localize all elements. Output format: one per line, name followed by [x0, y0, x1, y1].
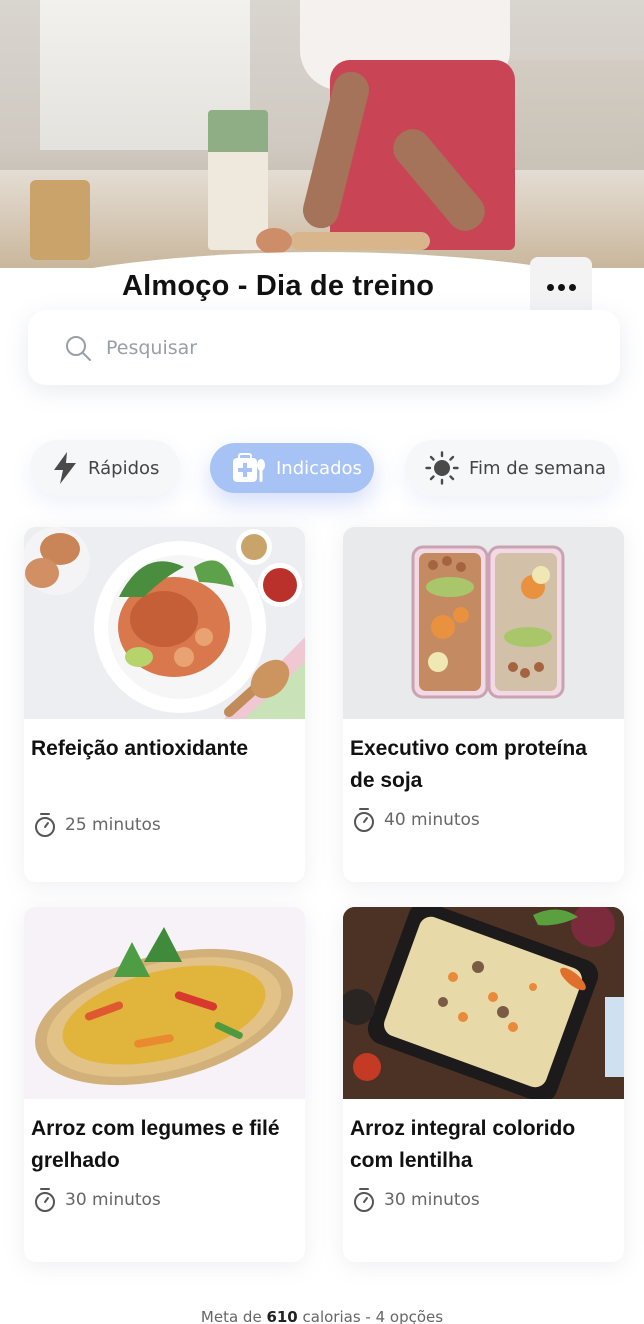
calorie-summary-suffix: calorias - 4 opções [297, 1308, 444, 1324]
jar [30, 180, 90, 260]
stopwatch-icon [35, 1188, 55, 1212]
recipe-time: 30 minutos [352, 1187, 480, 1213]
recipe-photo [24, 907, 305, 1099]
egg [256, 228, 292, 254]
filter-chip-indicados[interactable]: Indicados [210, 443, 374, 493]
recipe-name: Arroz integral colorido com lentilha [350, 1117, 576, 1172]
flour-bag [208, 110, 268, 250]
recipe-photo [24, 527, 305, 719]
recipe-name: Arroz com legumes e filé grelhado [31, 1117, 280, 1172]
lunchbox-image [343, 527, 624, 719]
recipe-time-label: 25 minutos [65, 815, 161, 835]
stopwatch-icon [354, 808, 374, 832]
more-dot [546, 283, 554, 291]
more-dot [557, 283, 565, 291]
calorie-summary-prefix: Meta de [200, 1308, 267, 1324]
search-icon [66, 335, 91, 361]
rice-platter-image [24, 907, 305, 1099]
bolt-icon [54, 452, 76, 484]
recipe-photo [343, 907, 624, 1099]
calorie-summary: Meta de 610 calorias - 4 opções [0, 1308, 644, 1324]
recipe-name: Refeição antioxidante [31, 737, 249, 760]
filter-chip-rapidos[interactable]: Rápidos [30, 440, 180, 496]
recipe-card[interactable]: Refeição antioxidante 25 minutos [24, 527, 305, 882]
calorie-goal-value: 610 [266, 1308, 298, 1324]
filter-chip-fim-de-semana[interactable]: Fim de semana [405, 440, 619, 496]
stopwatch-icon [354, 1188, 374, 1212]
more-dot [568, 283, 576, 291]
recipe-time: 25 minutos [33, 812, 161, 838]
recipe-name: Executivo com proteína de soja [350, 737, 587, 792]
sun-icon [425, 451, 459, 485]
brown-rice-dish-image [343, 907, 624, 1099]
first-aid-kit-icon [233, 453, 265, 482]
recipe-time-label: 40 minutos [384, 810, 480, 830]
search-bar[interactable] [28, 310, 620, 385]
stopwatch-icon [35, 813, 55, 837]
more-options-button[interactable] [530, 257, 592, 317]
page-title: Almoço - Dia de treino [122, 270, 435, 302]
recipe-time-label: 30 minutos [384, 1190, 480, 1210]
recipe-card[interactable]: Arroz com legumes e filé grelhado 30 min… [24, 907, 305, 1262]
filter-chip-label: Rápidos [88, 457, 160, 479]
hero-image [0, 0, 644, 268]
recipe-photo [343, 527, 624, 719]
recipe-time: 40 minutos [352, 807, 480, 833]
recipe-time-label: 30 minutos [65, 1190, 161, 1210]
pad-thai-image [24, 527, 305, 719]
recipe-card[interactable]: Arroz integral colorido com lentilha 30 … [343, 907, 624, 1262]
search-input[interactable] [106, 336, 566, 359]
filter-chip-label: Indicados [276, 457, 362, 479]
rolling-pin [290, 232, 430, 250]
recipe-card[interactable]: Executivo com proteína de soja 40 minuto… [343, 527, 624, 882]
recipe-time: 30 minutos [33, 1187, 161, 1213]
filter-chip-label: Fim de semana [469, 457, 606, 479]
